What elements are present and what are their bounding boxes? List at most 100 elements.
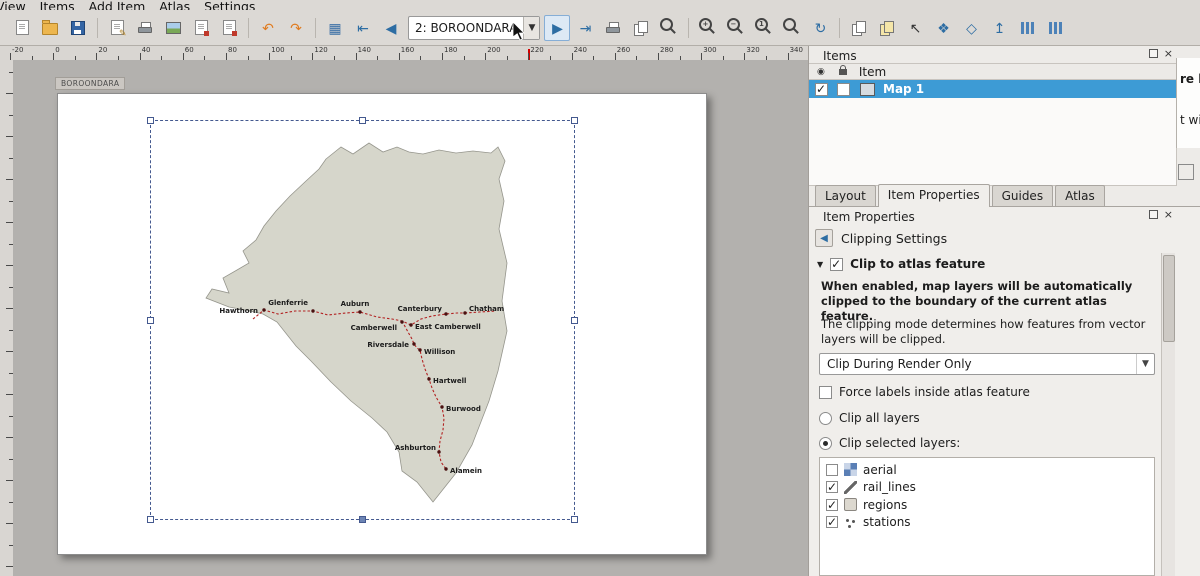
ruler-label: 180 (444, 46, 457, 54)
tab-guides[interactable]: Guides (992, 185, 1054, 206)
props-scrollbar[interactable] (1161, 253, 1175, 576)
layout-canvas[interactable]: BOROONDARA HawthornGlenferrieAuburnCambe… (13, 60, 809, 576)
tab-item-properties[interactable]: Item Properties (878, 184, 990, 207)
refresh-view-icon: ↻ (815, 21, 827, 35)
layer-row-aerial[interactable]: aerial (820, 461, 1154, 479)
visibility-column-eye-icon: ◉ (817, 67, 825, 77)
force-labels-label: Force labels inside atlas feature (839, 385, 1030, 399)
lock-column-lock-icon (839, 69, 847, 75)
station-dot (463, 311, 466, 314)
layer-row-regions[interactable]: regions (820, 496, 1154, 514)
props-panel-close-icon[interactable]: × (1164, 210, 1173, 219)
menu-view[interactable]: View (0, 0, 26, 10)
distribute-items-button[interactable] (1042, 15, 1068, 41)
clip-selected-layers-radio[interactable] (819, 437, 832, 450)
select-dropdown-icon: ▼ (1136, 354, 1154, 374)
redo-button[interactable]: ↷ (283, 15, 309, 41)
atlas-last-feature-button[interactable]: ⇥ (572, 15, 598, 41)
ruler-label: 0 (55, 46, 59, 54)
print-layout-button[interactable] (132, 15, 158, 41)
raise-items-icon: ↥ (994, 21, 1006, 35)
zoom-actual-button[interactable]: 1 (751, 15, 777, 41)
toolbar-separator (97, 18, 98, 38)
stations-checkbox[interactable] (826, 516, 838, 528)
layout-manager-button[interactable] (37, 15, 63, 41)
align-items-button[interactable] (1014, 15, 1040, 41)
export-pdf-button[interactable] (216, 15, 242, 41)
resize-handle-ne[interactable] (571, 117, 578, 124)
select-move-item-button[interactable]: ↖ (902, 15, 928, 41)
map1-visibility-checkbox[interactable] (815, 83, 828, 96)
atlas-settings-button[interactable]: ▦ (322, 15, 348, 41)
items-row-map1[interactable]: Map 1 (809, 80, 1176, 98)
copy-items-button[interactable] (846, 15, 872, 41)
layer-row-rail_lines[interactable]: rail_lines (820, 479, 1154, 497)
ruler-tick (6, 136, 13, 137)
combo-dropdown-icon[interactable]: ▼ (523, 17, 539, 39)
resize-handle-nw[interactable] (147, 117, 154, 124)
zoom-in-button[interactable]: + (695, 15, 721, 41)
regions-checkbox[interactable] (826, 499, 838, 511)
collapse-arrow-icon[interactable]: ▼ (817, 260, 823, 269)
resize-handle-w[interactable] (147, 317, 154, 324)
raise-items-button[interactable]: ↥ (986, 15, 1012, 41)
clip-all-layers-radio[interactable] (819, 412, 832, 425)
menu-add-item[interactable]: Add Item (89, 0, 146, 10)
move-item-content-button[interactable]: ❖ (930, 15, 956, 41)
atlas-feature-combo[interactable]: 2: BOROONDARA▼ (408, 16, 540, 40)
duplicate-layout-button[interactable] (104, 15, 130, 41)
ruler-label: 160 (401, 46, 414, 54)
tab-atlas[interactable]: Atlas (1055, 185, 1105, 206)
atlas-first-feature-icon: ⇤ (357, 21, 369, 35)
map-item-frame[interactable]: HawthornGlenferrieAuburnCamberwellEast C… (150, 120, 575, 520)
resize-handle-se[interactable] (571, 516, 578, 523)
aerial-checkbox[interactable] (826, 464, 838, 476)
preview-atlas-button[interactable] (656, 15, 682, 41)
resize-handle-n[interactable] (359, 117, 366, 124)
menu-settings[interactable]: Settings (204, 0, 255, 10)
menu-atlas[interactable]: Atlas (159, 0, 190, 10)
atlas-next-feature-button[interactable]: ▶ (544, 15, 570, 41)
back-button[interactable]: ◀ (815, 229, 833, 247)
station-dot (412, 342, 415, 345)
clipping-mode-select[interactable]: Clip During Render Only ▼ (819, 353, 1155, 375)
zoom-full-button[interactable] (779, 15, 805, 41)
atlas-previous-feature-button[interactable]: ◀ (378, 15, 404, 41)
qgis-layout-window: ViewItemsAdd ItemAtlasSettings ↶↷▦⇤◀2: B… (0, 0, 1200, 576)
items-panel-close-icon[interactable]: × (1164, 49, 1173, 58)
edge-panel-button[interactable] (1178, 164, 1194, 180)
resize-handle-sw[interactable] (147, 516, 154, 523)
new-layout-button[interactable] (9, 15, 35, 41)
refresh-view-button[interactable]: ↻ (807, 15, 833, 41)
undo-button[interactable]: ↶ (255, 15, 281, 41)
atlas-next-feature-icon: ▶ (552, 21, 563, 35)
station-dot (444, 467, 447, 470)
tab-layout[interactable]: Layout (815, 185, 876, 206)
ruler-label: 140 (358, 46, 371, 54)
edit-nodes-item-button[interactable]: ◇ (958, 15, 984, 41)
map1-lock-checkbox[interactable] (837, 83, 850, 96)
atlas-first-feature-button[interactable]: ⇤ (350, 15, 376, 41)
paste-items-button[interactable] (874, 15, 900, 41)
print-atlas-button[interactable] (600, 15, 626, 41)
zoom-out-button[interactable]: − (723, 15, 749, 41)
items-panel-float-icon[interactable] (1149, 49, 1158, 58)
export-svg-button[interactable] (188, 15, 214, 41)
export-image-button[interactable] (160, 15, 186, 41)
print-atlas-icon (606, 22, 620, 33)
station-dot (358, 310, 361, 313)
clip-to-atlas-checkbox[interactable] (830, 258, 843, 271)
force-labels-checkbox[interactable] (819, 386, 832, 399)
export-atlas-button[interactable] (628, 15, 654, 41)
props-panel-float-icon[interactable] (1149, 210, 1158, 219)
station-label: Alamein (450, 467, 482, 475)
rail_lines-checkbox[interactable] (826, 481, 838, 493)
menu-items[interactable]: Items (40, 0, 75, 10)
resize-handle-s[interactable] (359, 516, 366, 523)
props-scrollbar-thumb[interactable] (1163, 255, 1175, 342)
zoom-full-icon (783, 18, 796, 31)
layer-row-stations[interactable]: stations (820, 514, 1154, 532)
save-project-button[interactable] (65, 15, 91, 41)
resize-handle-e[interactable] (571, 317, 578, 324)
ruler-label: -20 (12, 46, 23, 54)
